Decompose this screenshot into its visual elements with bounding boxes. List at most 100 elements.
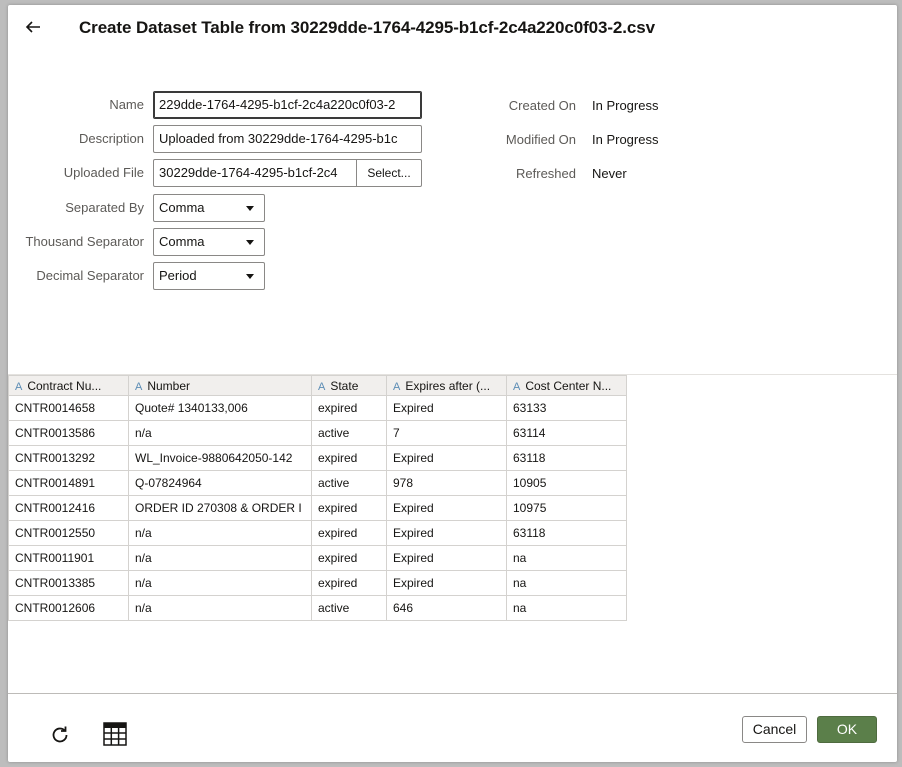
select-file-button[interactable]: Select... bbox=[356, 159, 422, 187]
column-header-label: Expires after (... bbox=[405, 378, 491, 393]
column-header[interactable]: A Number bbox=[128, 375, 312, 396]
table-row: CNTR0012606 n/a active 646 na bbox=[8, 595, 627, 621]
separated-by-value: Comma bbox=[159, 200, 205, 215]
table-cell: na bbox=[506, 570, 627, 596]
table-row: CNTR0014658 Quote# 1340133,006 expired E… bbox=[8, 395, 627, 421]
description-input[interactable]: Uploaded from 30229dde-1764-4295-b1c bbox=[153, 125, 422, 153]
table-cell: Expired bbox=[386, 495, 507, 521]
created-on-value: In Progress bbox=[592, 98, 659, 113]
table-cell: n/a bbox=[128, 595, 312, 621]
table-cell: 63118 bbox=[506, 445, 627, 471]
table-cell: Expired bbox=[386, 520, 507, 546]
table-row: CNTR0014891 Q-07824964 active 978 10905 bbox=[8, 470, 627, 496]
table-cell: CNTR0013385 bbox=[8, 570, 129, 596]
table-cell: active bbox=[311, 470, 387, 496]
caret-down-icon bbox=[246, 274, 254, 279]
table-cell: CNTR0012606 bbox=[8, 595, 129, 621]
caret-down-icon bbox=[246, 206, 254, 211]
table-cell: Expired bbox=[386, 395, 507, 421]
refreshed-value: Never bbox=[592, 166, 627, 181]
attribute-icon: A bbox=[513, 380, 521, 393]
create-dataset-dialog: Create Dataset Table from 30229dde-1764-… bbox=[8, 5, 897, 762]
column-header-label: Contract Nu... bbox=[27, 378, 102, 393]
table-row: CNTR0012416 ORDER ID 270308 & ORDER I ex… bbox=[8, 495, 627, 521]
table-cell: active bbox=[311, 595, 387, 621]
footer-divider bbox=[8, 693, 897, 694]
column-header[interactable]: A Contract Nu... bbox=[8, 375, 129, 396]
decimal-separator-label: Decimal Separator bbox=[36, 268, 144, 283]
name-label: Name bbox=[109, 97, 144, 112]
table-cell: CNTR0014658 bbox=[8, 395, 129, 421]
separated-by-dropdown[interactable]: Comma bbox=[153, 194, 265, 222]
table-cell: expired bbox=[311, 545, 387, 571]
separated-by-label: Separated By bbox=[65, 200, 144, 215]
refreshed-label: Refreshed bbox=[516, 166, 576, 181]
caret-down-icon bbox=[246, 240, 254, 245]
table-row: CNTR0013385 n/a expired Expired na bbox=[8, 570, 627, 596]
table-row: CNTR0011901 n/a expired Expired na bbox=[8, 545, 627, 571]
refresh-icon[interactable] bbox=[49, 724, 71, 746]
back-arrow-icon[interactable] bbox=[24, 18, 44, 38]
attribute-icon: A bbox=[318, 380, 326, 393]
table-cell: n/a bbox=[128, 520, 312, 546]
column-header-label: State bbox=[330, 378, 359, 393]
table-cell: ORDER ID 270308 & ORDER I bbox=[128, 495, 312, 521]
table-cell: Expired bbox=[386, 570, 507, 596]
table-cell: na bbox=[506, 545, 627, 571]
column-header[interactable]: A Cost Center N... bbox=[506, 375, 627, 396]
modified-on-label: Modified On bbox=[505, 132, 576, 147]
column-header[interactable]: A Expires after (... bbox=[386, 375, 507, 396]
table-row: CNTR0012550 n/a expired Expired 63118 bbox=[8, 520, 627, 546]
table-cell: CNTR0013292 bbox=[8, 445, 129, 471]
table-cell: CNTR0014891 bbox=[8, 470, 129, 496]
table-cell: WL_Invoice-9880642050-142 bbox=[128, 445, 312, 471]
ok-button[interactable]: OK bbox=[817, 716, 877, 743]
description-label: Description bbox=[78, 131, 144, 146]
decimal-separator-value: Period bbox=[159, 268, 197, 283]
table-cell: n/a bbox=[128, 545, 312, 571]
column-header[interactable]: A State bbox=[311, 375, 387, 396]
table-cell: 7 bbox=[386, 420, 507, 446]
table-cell: expired bbox=[311, 570, 387, 596]
table-cell: CNTR0012416 bbox=[8, 495, 129, 521]
cancel-button[interactable]: Cancel bbox=[742, 716, 807, 743]
data-preview-grid: A Contract Nu... A Number A State A Expires … bbox=[8, 375, 627, 621]
table-cell: 63118 bbox=[506, 520, 627, 546]
table-cell: CNTR0011901 bbox=[8, 545, 129, 571]
table-row: CNTR0013292 WL_Invoice-9880642050-142 ex… bbox=[8, 445, 627, 471]
table-cell: expired bbox=[311, 520, 387, 546]
thousand-separator-dropdown[interactable]: Comma bbox=[153, 228, 265, 256]
table-cell: 646 bbox=[386, 595, 507, 621]
column-header-label: Cost Center N... bbox=[525, 378, 612, 393]
table-cell: expired bbox=[311, 395, 387, 421]
table-cell: 978 bbox=[386, 470, 507, 496]
thousand-separator-label: Thousand Separator bbox=[25, 234, 144, 249]
table-cell: na bbox=[506, 595, 627, 621]
table-row: CNTR0013586 n/a active 7 63114 bbox=[8, 420, 627, 446]
table-cell: Expired bbox=[386, 545, 507, 571]
uploaded-file-label: Uploaded File bbox=[63, 165, 144, 180]
thousand-separator-value: Comma bbox=[159, 234, 205, 249]
created-on-label: Created On bbox=[508, 98, 576, 113]
table-cell: n/a bbox=[128, 420, 312, 446]
name-input-value: 229dde-1764-4295-b1cf-2c4a220c0f03-2 bbox=[159, 97, 396, 112]
table-cell: 10905 bbox=[506, 470, 627, 496]
decimal-separator-dropdown[interactable]: Period bbox=[153, 262, 265, 290]
table-cell: 10975 bbox=[506, 495, 627, 521]
uploaded-file-input[interactable]: 30229dde-1764-4295-b1cf-2c4 bbox=[153, 159, 358, 187]
column-header-label: Number bbox=[147, 378, 191, 393]
table-cell: Q-07824964 bbox=[128, 470, 312, 496]
table-grid-icon[interactable] bbox=[103, 722, 127, 746]
table-cell: expired bbox=[311, 445, 387, 471]
table-cell: Quote# 1340133,006 bbox=[128, 395, 312, 421]
name-input[interactable]: 229dde-1764-4295-b1cf-2c4a220c0f03-2 bbox=[153, 91, 422, 119]
table-cell: CNTR0013586 bbox=[8, 420, 129, 446]
modified-on-value: In Progress bbox=[592, 132, 659, 147]
table-cell: expired bbox=[311, 495, 387, 521]
table-cell: CNTR0012550 bbox=[8, 520, 129, 546]
table-cell: n/a bbox=[128, 570, 312, 596]
grid-header-row: A Contract Nu... A Number A State A Expires … bbox=[8, 375, 627, 396]
attribute-icon: A bbox=[393, 380, 401, 393]
attribute-icon: A bbox=[15, 380, 23, 393]
table-cell: 63133 bbox=[506, 395, 627, 421]
